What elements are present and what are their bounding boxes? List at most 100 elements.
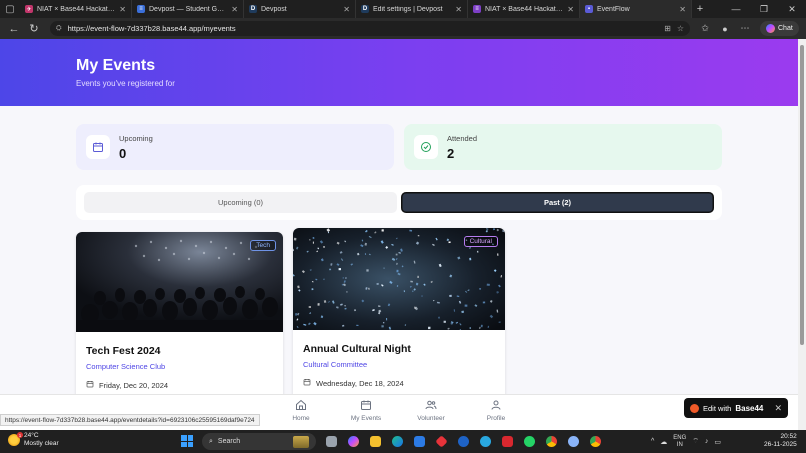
chevron-up-icon[interactable]: ^ [651, 438, 654, 445]
close-tab-icon[interactable]: ✕ [679, 5, 686, 14]
diamond-app-icon[interactable] [432, 433, 451, 450]
upcoming-stat-label: Upcoming [119, 133, 153, 143]
page-subtitle: Events you've registered for [76, 79, 175, 88]
nav-profile[interactable]: Profile [466, 399, 526, 422]
confetti-piece [502, 229, 505, 232]
confetti-piece [295, 313, 298, 316]
confetti-piece [449, 294, 452, 298]
close-tab-icon[interactable]: ✕ [567, 5, 574, 14]
browser-tab[interactable]: ▪ EventFlow ✕ [580, 0, 692, 18]
tab-past[interactable]: Past (2) [401, 192, 714, 213]
close-tab-icon[interactable]: ✕ [455, 5, 462, 14]
shield-app-icon[interactable] [498, 433, 517, 450]
clock-date: 26-11-2025 [764, 441, 797, 448]
confetti-piece [346, 291, 348, 293]
wifi-icon[interactable]: ⌔ [692, 437, 699, 446]
page-header: My Events Events you've registered for [0, 39, 798, 106]
confetti-piece [356, 324, 359, 327]
address-bar[interactable]: ⛭ https://event-flow-7d337b28.base44.app… [50, 21, 690, 36]
confetti-piece [381, 325, 384, 328]
maximize-icon[interactable]: ❐ [750, 0, 778, 18]
copilot-chat-label: Chat [778, 25, 793, 32]
cloud-icon[interactable]: ☁ [660, 438, 667, 446]
language-indicator[interactable]: ENG IN [673, 435, 686, 449]
confetti-piece [381, 229, 384, 232]
favorite-star-icon[interactable]: ☆ [677, 24, 684, 33]
attended-stat-value: 2 [447, 145, 455, 161]
taskbar-search-label: Search [217, 438, 241, 445]
edit-with-base44-badge[interactable]: Edit with Base44 ✕ [684, 398, 788, 418]
search-highlight-image [293, 435, 309, 448]
confetti-piece [417, 235, 420, 237]
nav-home[interactable]: Home [271, 399, 331, 422]
base44-badge-brand: Base44 [735, 403, 764, 413]
search-icon: ⌕ [209, 437, 213, 445]
confetti-piece [364, 253, 367, 255]
site-info-icon[interactable]: ⛭ [56, 25, 62, 33]
browser-tab[interactable]: ✈ NIAT × Base44 Hackathon ✕ [20, 0, 132, 18]
page-scrollbar[interactable] [798, 39, 806, 430]
new-tab-button[interactable]: + [692, 3, 708, 15]
back-icon[interactable]: ← [4, 20, 24, 38]
favorites-icon[interactable]: ✩ [696, 20, 714, 38]
confetti-piece [396, 269, 399, 273]
link-status-url: https://event-flow-7d337b28.base44.app/e… [0, 414, 260, 426]
nav-my-events[interactable]: My Events [336, 399, 396, 422]
close-tab-icon[interactable]: ✕ [231, 5, 238, 14]
confetti-piece [479, 288, 482, 290]
refresh-icon[interactable]: ↻ [24, 20, 44, 38]
category-badge: Tech [250, 240, 276, 251]
upcoming-stat-value: 0 [119, 145, 127, 161]
app-install-icon[interactable]: ⊞ [664, 24, 671, 33]
event-title: Annual Cultural Night [303, 343, 411, 355]
close-window-icon[interactable]: ✕ [778, 0, 806, 18]
copilot-app-icon[interactable] [344, 433, 363, 450]
browser-tab[interactable]: D Devpost ✕ [244, 0, 356, 18]
category-badge: Cultural [463, 236, 498, 247]
confetti-piece [469, 327, 471, 329]
hp-app-icon[interactable] [454, 433, 473, 450]
battery-icon[interactable]: ▭ [714, 438, 721, 446]
browser-tab[interactable]: ≡ NIAT × Base44 Hackathon —✕ [468, 0, 580, 18]
confetti-piece [338, 268, 341, 271]
minimize-icon[interactable]: — [722, 0, 750, 18]
whatsapp-icon[interactable] [520, 433, 539, 450]
copilot-chat-button[interactable]: Chat [760, 21, 799, 36]
vpn-app-icon[interactable] [476, 433, 495, 450]
weather-widget[interactable]: 1 24°C Mostly clear [8, 432, 59, 448]
browser-tab[interactable]: ≡ Devpost — Student Guide N ✕ [132, 0, 244, 18]
tab-actions-icon[interactable]: ▢ [0, 0, 20, 18]
confetti-piece [329, 268, 332, 271]
nav-volunteer[interactable]: Volunteer [401, 399, 461, 422]
volume-icon[interactable]: ♪ [705, 438, 709, 445]
system-clock[interactable]: 20:52 26-11-2025 [764, 433, 797, 449]
confetti-piece [409, 229, 413, 232]
page-viewport: My Events Events you've registered for U… [0, 39, 798, 430]
taskbar-search[interactable]: ⌕ Search [202, 433, 316, 450]
tab-upcoming[interactable]: Upcoming (0) [84, 192, 397, 213]
more-menu-icon[interactable]: ⋯ [736, 20, 754, 38]
chrome-profile-icon[interactable] [564, 433, 583, 450]
task-view-icon[interactable] [322, 433, 341, 450]
system-tray: ^ ☁ ENG IN ⌔ ♪ ▭ [651, 433, 721, 450]
windows-start-icon[interactable] [181, 435, 193, 447]
chrome-alt-icon[interactable] [586, 433, 605, 450]
base44-badge-prefix: Edit with [703, 403, 732, 413]
scrollbar-thumb[interactable] [800, 45, 804, 345]
edge-browser-icon[interactable] [388, 433, 407, 450]
nav-volunteer-label: Volunteer [417, 415, 445, 422]
close-icon[interactable]: ✕ [774, 403, 782, 414]
profile-avatar-icon[interactable]: ● [716, 20, 734, 38]
close-tab-icon[interactable]: ✕ [119, 5, 126, 14]
event-organizer: Computer Science Club [86, 362, 166, 371]
event-card-tech-fest[interactable]: Tech Tech Fest 2024 Computer Science Clu… [76, 232, 283, 402]
store-icon[interactable] [410, 433, 429, 450]
close-tab-icon[interactable]: ✕ [343, 5, 350, 14]
browser-toolbar: ← ↻ ⛭ https://event-flow-7d337b28.base44… [0, 18, 806, 39]
chrome-icon[interactable] [542, 433, 561, 450]
confetti-piece [366, 269, 369, 272]
browser-tab[interactable]: D Edit settings | Devpost ✕ [356, 0, 468, 18]
file-explorer-icon[interactable] [366, 433, 385, 450]
calendar-icon [86, 135, 110, 159]
event-card-cultural-night[interactable]: Cultural Annual Cultural Night Cultural … [293, 228, 505, 402]
